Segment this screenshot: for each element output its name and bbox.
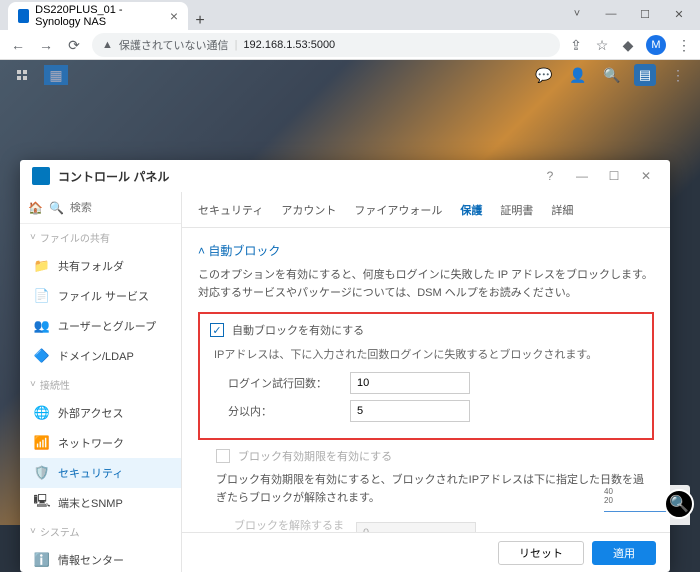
new-tab-button[interactable]: +: [188, 12, 212, 30]
file-icon: 📄: [34, 288, 50, 304]
within-input[interactable]: [350, 400, 470, 422]
user-icon[interactable]: 👤: [566, 65, 590, 85]
back-button[interactable]: ←: [8, 37, 28, 53]
tab-close-icon[interactable]: ×: [170, 8, 178, 24]
home-icon[interactable]: 🏠: [28, 201, 43, 215]
sidebar-users-groups[interactable]: 👥ユーザーとグループ: [20, 311, 181, 341]
enable-label: 自動ブロックを有効にする: [232, 322, 364, 338]
section-description: このオプションを有効にすると、何度もログインに失敗した IP アドレスをブロック…: [198, 267, 654, 302]
checkbox-checked-icon[interactable]: ✓: [210, 323, 224, 337]
address-field[interactable]: ▲ 保護されていない通信 | 192.168.1.53:5000: [92, 33, 560, 57]
window-maximize-button[interactable]: ☐: [630, 4, 660, 24]
sidebar: 🏠 🔍 ˅ファイルの共有 📁共有フォルダ 📄ファイル サービス 👥ユーザーとグル…: [20, 192, 182, 572]
tab-favicon: [18, 9, 29, 23]
tab-security[interactable]: セキュリティ: [196, 198, 265, 222]
enable-expiry-row[interactable]: ブロック有効期限を有効にする: [216, 448, 654, 464]
address-bar: ← → ⟳ ▲ 保護されていない通信 | 192.168.1.53:5000 ⇪…: [0, 30, 700, 60]
main-panel: セキュリティ アカウント ファイアウォール 保護 証明書 詳細 ˄ 自動ブロック…: [182, 192, 670, 572]
close-button[interactable]: ✕: [634, 169, 658, 183]
terminal-icon: 🖳: [34, 495, 50, 511]
help-button[interactable]: ?: [538, 169, 562, 183]
tab-protection[interactable]: 保護: [458, 198, 484, 222]
search-input[interactable]: [70, 202, 182, 214]
sidebar-network[interactable]: 📶ネットワーク: [20, 428, 181, 458]
url-text: 192.168.1.53:5000: [243, 39, 335, 51]
search-icon[interactable]: 🔍: [600, 65, 624, 85]
reload-button[interactable]: ⟳: [64, 37, 84, 54]
window-title: コントロール パネル: [58, 168, 169, 185]
shield-icon: 🛡️: [34, 465, 50, 481]
release-input: [356, 522, 476, 532]
tab-certificate[interactable]: 証明書: [498, 198, 535, 222]
search-icon: 🔍: [49, 201, 64, 215]
sidebar-security[interactable]: 🛡️セキュリティ: [20, 458, 181, 488]
window-minimize-button[interactable]: —: [596, 4, 626, 24]
browser-chrome: DS220PLUS_01 - Synology NAS × + ˅ — ☐ ✕ …: [0, 0, 700, 60]
sidebar-shared-folder[interactable]: 📁共有フォルダ: [20, 251, 181, 281]
share-icon[interactable]: ⇪: [568, 37, 584, 53]
browser-tab[interactable]: DS220PLUS_01 - Synology NAS ×: [8, 2, 188, 30]
group-connectivity[interactable]: ˅接続性: [20, 371, 181, 398]
reset-button[interactable]: リセット: [498, 541, 584, 565]
minimize-button[interactable]: —: [570, 169, 594, 183]
expiry-description: ブロック有効期限を有効にすると、ブロックされたIPアドレスは下に指定した日数を過…: [216, 472, 654, 507]
tab-account[interactable]: アカウント: [279, 198, 338, 222]
taskbar-app-icon[interactable]: ▦: [44, 65, 68, 85]
not-secure-icon: ▲: [102, 39, 113, 51]
control-panel-window: コントロール パネル ? — ☐ ✕ 🏠 🔍 ˅ファイルの共有 📁共有フォルダ …: [20, 160, 670, 572]
checkbox-unchecked-icon[interactable]: [216, 449, 230, 463]
info-icon: ℹ️: [34, 552, 50, 568]
bookmark-icon[interactable]: ☆: [594, 37, 610, 53]
globe-icon: 🌐: [34, 405, 50, 421]
tab-bar: セキュリティ アカウント ファイアウォール 保護 証明書 詳細: [182, 192, 670, 228]
network-icon: 📶: [34, 435, 50, 451]
security-label: 保護されていない通信: [119, 37, 229, 53]
within-label: 分以内：: [228, 403, 338, 419]
widgets-icon[interactable]: ▤: [634, 64, 656, 86]
sidebar-info-center[interactable]: ℹ️情報センター: [20, 545, 181, 572]
footer: リセット 適用: [182, 532, 670, 572]
tab-title: DS220PLUS_01 - Synology NAS: [35, 4, 164, 28]
tab-advanced[interactable]: 詳細: [549, 198, 575, 222]
chevron-down-icon[interactable]: ˅: [562, 4, 592, 24]
enable-auto-block-row[interactable]: ✓ 自動ブロックを有効にする: [210, 322, 642, 338]
window-titlebar[interactable]: コントロール パネル ? — ☐ ✕: [20, 160, 670, 192]
section-auto-block[interactable]: ˄ 自動ブロック: [198, 238, 654, 267]
sidebar-external-access[interactable]: 🌐外部アクセス: [20, 398, 181, 428]
profile-avatar[interactable]: M: [646, 35, 666, 55]
chat-icon[interactable]: 💬: [532, 65, 556, 85]
attempts-label: ログイン試行回数：: [228, 375, 338, 391]
users-icon: 👥: [34, 318, 50, 334]
forward-button[interactable]: →: [36, 37, 56, 53]
tab-bar: DS220PLUS_01 - Synology NAS × + ˅ — ☐ ✕: [0, 0, 700, 30]
sidebar-search: 🏠 🔍: [20, 192, 181, 224]
extension-icon[interactable]: ◆: [620, 37, 636, 53]
window-close-button[interactable]: ✕: [664, 4, 694, 24]
apply-button[interactable]: 適用: [592, 541, 656, 565]
options-icon[interactable]: ⋮: [666, 65, 690, 85]
folder-icon: 📁: [34, 258, 50, 274]
tab-firewall[interactable]: ファイアウォール: [352, 198, 444, 222]
zoom-icon[interactable]: 🔍: [664, 489, 694, 519]
control-panel-icon: [32, 167, 50, 185]
content-area: ˄ 自動ブロック このオプションを有効にすると、何度もログインに失敗した IP …: [182, 228, 670, 532]
group-file-sharing[interactable]: ˅ファイルの共有: [20, 224, 181, 251]
sidebar-terminal-snmp[interactable]: 🖳端末とSNMP: [20, 488, 181, 518]
attempts-input[interactable]: [350, 372, 470, 394]
highlighted-settings: ✓ 自動ブロックを有効にする IPアドレスは、下に入力された回数ログインに失敗す…: [198, 312, 654, 440]
maximize-button[interactable]: ☐: [602, 169, 626, 183]
dsm-taskbar: ▦ 💬 👤 🔍 ▤ ⋮: [0, 60, 700, 90]
sidebar-domain-ldap[interactable]: 🔷ドメイン/LDAP: [20, 341, 181, 371]
menu-icon[interactable]: ⋮: [676, 37, 692, 53]
group-system[interactable]: ˅システム: [20, 518, 181, 545]
expiry-label: ブロック有効期限を有効にする: [238, 448, 392, 464]
dsm-desktop: ▦ 💬 👤 🔍 ▤ ⋮ コントロール パネル ? — ☐ ✕ 🏠 🔍 ˅フ: [0, 60, 700, 525]
domain-icon: 🔷: [34, 348, 50, 364]
sub-description: IPアドレスは、下に入力された回数ログインに失敗するとブロックされます。: [214, 346, 642, 362]
sidebar-file-services[interactable]: 📄ファイル サービス: [20, 281, 181, 311]
app-grid-icon[interactable]: [10, 65, 34, 85]
